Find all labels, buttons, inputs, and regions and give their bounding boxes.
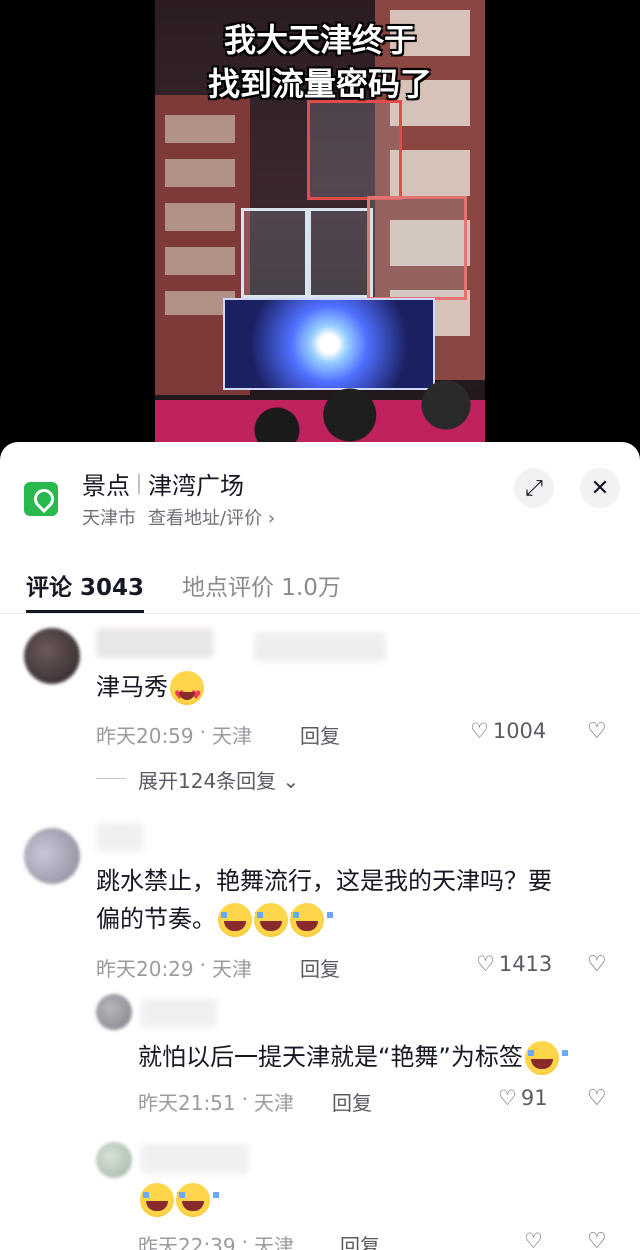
location-subtitle[interactable]: 天津市 查看地址/评价 › <box>82 504 275 530</box>
location-title: 景点 津湾广场 <box>82 466 244 501</box>
close-icon: ✕ <box>590 475 610 501</box>
username-blurred[interactable] <box>140 1144 250 1174</box>
reply-button[interactable]: 回复 <box>340 1230 380 1250</box>
heart-icon: ♡ <box>498 1086 517 1110</box>
avatar[interactable] <box>24 828 80 884</box>
comment-text: 跳水禁止，艳舞流行，这是我的天津吗？要 偏的节奏。 <box>96 862 616 938</box>
video-player[interactable]: 我大天津终于 找到流量密码了 <box>0 0 640 460</box>
location-category: 景点 <box>82 472 130 500</box>
title-divider <box>138 473 140 494</box>
comment-region: 天津 <box>212 957 252 981</box>
tab-indicator <box>26 610 144 613</box>
like-button[interactable]: ♡ 91 <box>498 1086 548 1110</box>
expand-icon: ⤢ <box>525 475 543 501</box>
glass-cube-top <box>307 100 402 200</box>
tears-of-joy-emoji <box>140 1183 183 1217</box>
avatar[interactable] <box>96 994 132 1030</box>
heart-icon: ♡ <box>476 952 495 976</box>
reply-text: 就怕以后一提天津就是“艳舞”为标签 <box>138 1038 568 1076</box>
reply-meta: 昨天22:39 · 天津 <box>138 1230 294 1250</box>
dislike-icon[interactable]: ♡ <box>587 1229 607 1250</box>
glass-cube <box>305 208 373 298</box>
like-button[interactable]: ♡ <box>524 1229 543 1250</box>
username-blurred[interactable] <box>140 998 218 1028</box>
glass-cube <box>241 208 311 298</box>
tears-of-joy-emoji <box>218 903 261 937</box>
like-button[interactable]: ♡ 1004 <box>470 719 546 743</box>
heart-eyes-emoji <box>170 671 204 714</box>
like-count: 1413 <box>498 952 553 976</box>
reply-meta: 昨天21:51 · 天津 <box>138 1087 294 1115</box>
reply-button[interactable]: 回复 <box>332 1087 372 1116</box>
chevron-down-icon: ⌄ <box>282 769 300 793</box>
location-card[interactable]: 景点 津湾广场 天津市 查看地址/评价 › ⤢ ✕ <box>0 442 640 542</box>
tears-of-joy-emoji <box>254 903 297 937</box>
dislike-icon[interactable]: ♡ <box>587 952 607 977</box>
tab-bar: 评论 3043 地点评价 1.0万 <box>0 554 640 614</box>
reply-region: 天津 <box>254 1234 294 1250</box>
expand-divider <box>96 778 126 779</box>
tears-of-joy-emoji <box>524 1041 568 1075</box>
comment-region: 天津 <box>212 724 252 748</box>
comment-text: 津马秀 <box>96 668 204 714</box>
like-button[interactable]: ♡ 1413 <box>476 952 552 976</box>
tab-comments[interactable]: 评论 3043 <box>26 568 144 602</box>
tears-of-joy-emoji <box>290 903 333 937</box>
view-address-link[interactable]: 查看地址/评价 › <box>148 504 275 530</box>
username-blurred <box>254 632 386 662</box>
avatar[interactable] <box>24 628 80 684</box>
heart-icon: ♡ <box>524 1229 543 1250</box>
username-blurred[interactable] <box>96 822 144 852</box>
reply-time: 昨天21:51 <box>138 1091 236 1115</box>
location-name: 津湾广场 <box>148 472 244 500</box>
reply-region: 天津 <box>254 1091 294 1115</box>
glass-cube <box>367 196 467 300</box>
comment-time: 昨天20:29 <box>96 957 194 981</box>
video-caption: 我大天津终于 找到流量密码了 <box>207 21 432 103</box>
location-city: 天津市 <box>82 508 136 529</box>
like-count: 1004 <box>492 719 547 743</box>
expand-replies-button[interactable]: 展开124条回复 ⌄ <box>138 765 299 794</box>
dislike-icon[interactable]: ♡ <box>587 1086 607 1111</box>
tab-place-rating[interactable]: 地点评价 1.0万 <box>182 568 341 602</box>
heart-icon: ♡ <box>470 719 489 743</box>
avatar[interactable] <box>96 1142 132 1178</box>
comment-time: 昨天20:59 <box>96 724 194 748</box>
map-pin-icon <box>24 482 58 516</box>
comment-sheet: 景点 津湾广场 天津市 查看地址/评价 › ⤢ ✕ 评论 3043 地点评价 1… <box>0 442 640 1250</box>
dislike-icon[interactable]: ♡ <box>587 719 607 744</box>
reply-button[interactable]: 回复 <box>300 953 340 982</box>
username-blurred[interactable] <box>96 628 214 658</box>
chevron-right-icon: › <box>267 508 276 529</box>
expand-button[interactable]: ⤢ <box>514 468 554 508</box>
comment-meta: 昨天20:59 · 天津 <box>96 720 252 748</box>
reply-time: 昨天22:39 <box>138 1234 236 1250</box>
like-count: 91 <box>520 1086 548 1110</box>
reply-text <box>138 1180 219 1218</box>
reply-button[interactable]: 回复 <box>300 720 340 749</box>
tears-of-joy-emoji <box>176 1183 219 1217</box>
close-button[interactable]: ✕ <box>580 468 620 508</box>
comment-meta: 昨天20:29 · 天津 <box>96 953 252 981</box>
